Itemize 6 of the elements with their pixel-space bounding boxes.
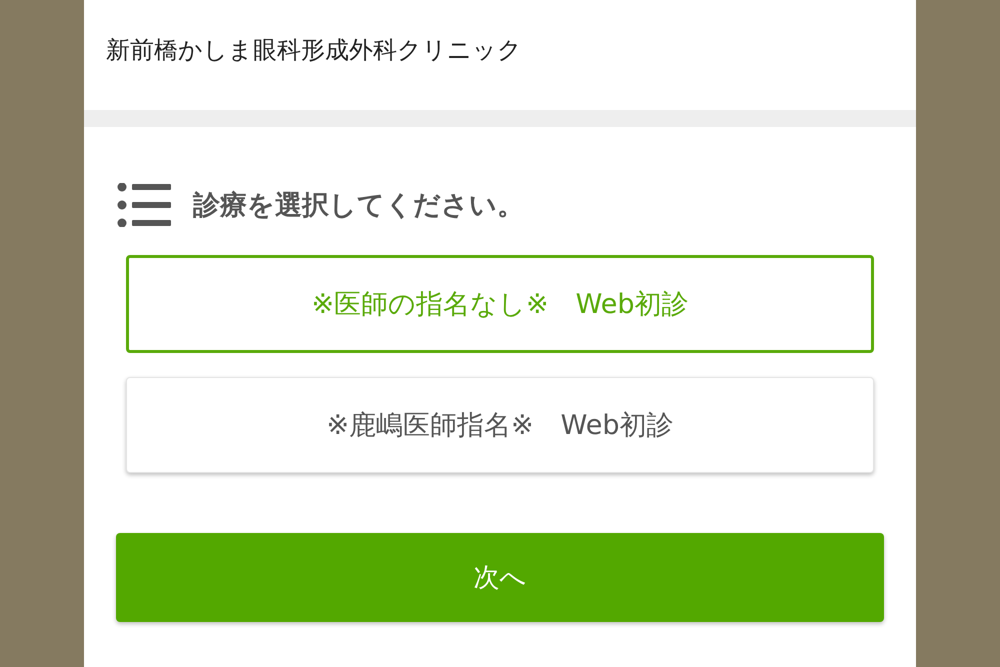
section-heading: 診療を選択してください。 xyxy=(193,189,524,223)
treatment-option[interactable]: ※医師の指名なし※ Web初診 xyxy=(126,255,874,353)
next-button[interactable]: 次へ xyxy=(116,533,884,622)
treatment-option[interactable]: ※鹿嶋医師指名※ Web初診 xyxy=(126,377,874,473)
clinic-name: 新前橋かしま眼科形成外科クリニック xyxy=(106,35,522,66)
list-icon xyxy=(117,183,171,227)
